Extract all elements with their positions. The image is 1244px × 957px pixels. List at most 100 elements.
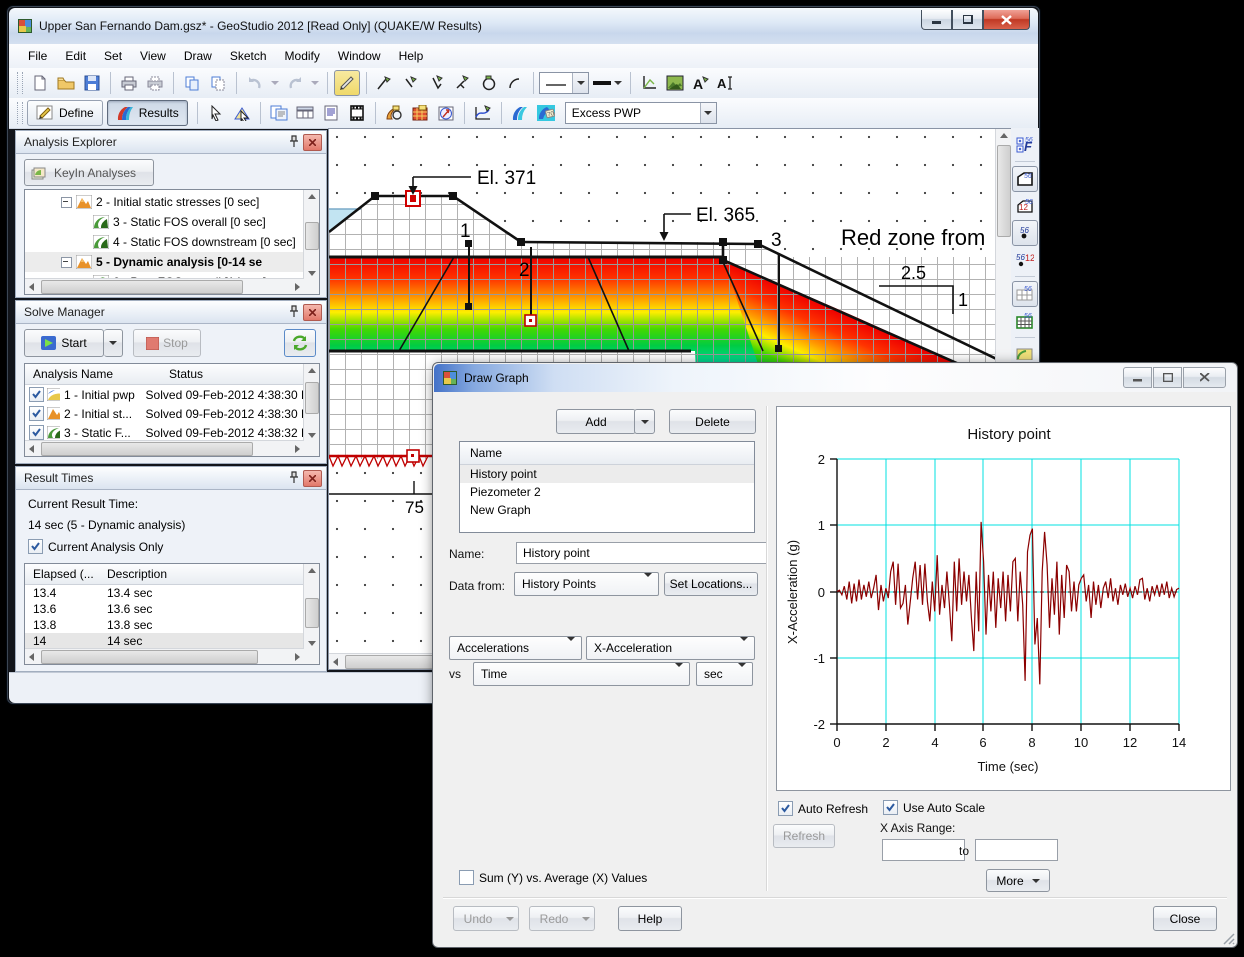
draw-node-flag-icon[interactable] [399,71,423,95]
print-preview-icon[interactable] [143,71,167,95]
contour-values-icon[interactable]: 70 [534,101,558,125]
analysis-tree[interactable]: 2 - Initial static stresses [0 sec] 3 - … [24,189,320,295]
menu-view[interactable]: View [131,46,175,66]
toolbar-grip[interactable] [17,72,23,94]
draw-circle-icon[interactable] [477,71,501,95]
solve-vscrollbar[interactable] [303,364,319,456]
graph-list-item[interactable]: Piezometer 2 [460,483,754,501]
solve-table[interactable]: Analysis Name Status 1 - Initial pwp Sol… [24,363,320,457]
redo-icon[interactable] [283,71,307,95]
results-button[interactable]: Results [107,100,188,126]
graph-list-item-selected[interactable]: History point [460,465,754,483]
line-weight-select[interactable] [590,71,624,95]
menu-edit[interactable]: Edit [56,46,95,66]
close-dialog-button[interactable]: Close [1153,906,1217,931]
draw-node-icon[interactable] [373,71,397,95]
refresh-solve-button[interactable] [284,329,316,357]
title-bar[interactable]: Upper San Fernando Dam.gsz* - GeoStudio … [9,8,1038,44]
menu-draw[interactable]: Draw [175,46,221,66]
more-button[interactable]: More [986,869,1050,892]
draw-node-move-icon[interactable] [451,71,475,95]
time-row[interactable]: 13.813.8 sec [25,617,319,633]
dialog-minimize-button[interactable] [1123,367,1152,388]
chart-axes-icon[interactable] [637,71,661,95]
redo-dropdown-icon[interactable] [309,71,321,95]
history-point-marker[interactable] [525,315,536,326]
line-style-select[interactable] [539,72,589,94]
dialog-title-bar[interactable]: Draw Graph [434,364,1236,392]
solve-hscrollbar[interactable] [25,440,304,456]
pin-icon[interactable] [288,305,300,319]
contour-labels-icon[interactable]: 1256 [1013,194,1037,218]
new-file-icon[interactable] [28,71,52,95]
times-vscrollbar[interactable] [303,564,319,664]
mesh-grid-green-icon[interactable]: 56 [1013,309,1037,333]
contour-parameter-select[interactable]: Excess PWP [565,102,717,124]
save-icon[interactable] [80,71,104,95]
data-from-select[interactable]: History Points [514,572,659,596]
maximize-button[interactable] [952,10,983,30]
function-f-icon[interactable]: F56 [1013,133,1037,157]
tree-item-static-fos-overall[interactable]: 3 - Static FOS overall [0 sec] [25,212,319,232]
image-region-icon[interactable] [663,71,687,95]
analysis-checkbox[interactable] [29,406,44,421]
delete-button[interactable]: Delete [669,409,756,434]
minimize-button[interactable] [921,10,952,30]
start-button[interactable]: Start [24,329,104,357]
x-range-max-input[interactable] [975,839,1058,861]
history-point-labels-icon[interactable]: 5612 [1013,248,1037,272]
graph-list[interactable]: Name History point Piezometer 2 New Grap… [459,441,755,533]
graph-list-item[interactable]: New Graph [460,501,754,519]
parameter-select[interactable]: X-Acceleration [586,636,755,660]
animation-film-icon[interactable] [345,101,369,125]
report-page-icon[interactable] [319,101,343,125]
help-button[interactable]: Help [618,906,682,931]
start-dropdown[interactable] [104,329,123,357]
redo-button[interactable]: Redo [529,906,579,931]
print-icon[interactable] [117,71,141,95]
add-dropdown[interactable] [634,409,655,434]
sum-avg-checkbox[interactable]: Sum (Y) vs. Average (X) Values [459,870,647,885]
unit-select[interactable]: sec [696,662,753,686]
collapse-icon[interactable] [61,197,72,208]
flow-paths-icon[interactable] [508,101,532,125]
copy-icon[interactable] [180,71,204,95]
refresh-button[interactable]: Refresh [773,824,835,848]
draw-contours-icon[interactable] [382,101,406,125]
resize-grip[interactable] [1222,932,1235,945]
menu-modify[interactable]: Modify [276,46,329,66]
dialog-close-button[interactable] [1183,367,1226,388]
panel-close-icon[interactable] [303,470,322,487]
stop-button[interactable]: Stop [133,329,201,357]
toolbar-grip2[interactable] [17,102,23,124]
use-auto-scale-checkbox[interactable]: Use Auto Scale [883,800,985,815]
analysis-checkbox[interactable] [29,425,44,440]
sketch-paint-icon[interactable] [334,70,360,96]
undo-dropdown[interactable] [501,906,519,931]
redo-dropdown[interactable] [577,906,595,931]
pin-icon[interactable] [288,135,300,149]
tree-item-initial-static[interactable]: 2 - Initial static stresses [0 sec] [25,192,319,212]
times-table[interactable]: Elapsed (... Description 13.413.4 sec 13… [24,563,320,665]
panel-close-icon[interactable] [303,134,322,151]
keyin-analyses-button[interactable]: KeyIn Analyses [24,159,154,186]
menu-help[interactable]: Help [390,46,433,66]
paste-icon[interactable] [206,71,230,95]
contour-region-icon[interactable]: 56 [1012,166,1038,192]
copy-drawing-icon[interactable] [267,101,291,125]
time-row[interactable]: 13.413.4 sec [25,585,319,601]
undo-icon[interactable] [243,71,267,95]
solve-row[interactable]: 1 - Initial pwp Solved 09-Feb-2012 4:38:… [25,385,319,404]
add-button[interactable]: Add [556,409,636,434]
menu-window[interactable]: Window [329,46,390,66]
draw-mesh-colors-icon[interactable] [408,101,432,125]
menu-set[interactable]: Set [95,46,131,66]
draw-vectors-icon[interactable] [434,101,458,125]
times-hscrollbar[interactable] [25,648,304,664]
define-button[interactable]: Define [27,100,103,126]
zoom-region-icon[interactable] [230,101,254,125]
tree-vscrollbar[interactable] [303,190,319,294]
time-row-selected[interactable]: 1414 sec [25,633,319,649]
auto-refresh-checkbox[interactable]: Auto Refresh [778,801,868,816]
tree-hscrollbar[interactable] [25,278,304,294]
